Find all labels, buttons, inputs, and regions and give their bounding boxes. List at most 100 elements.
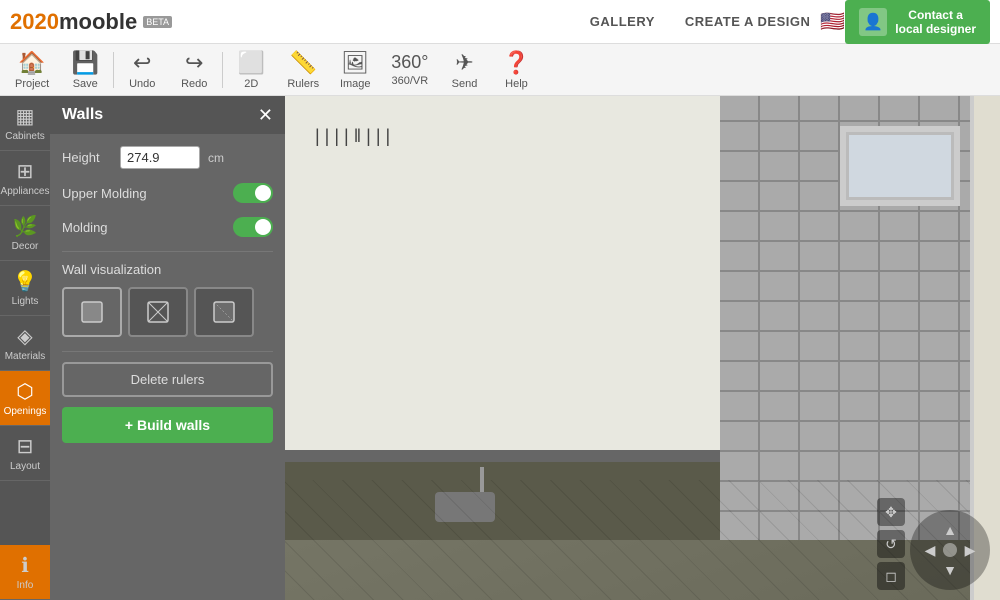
sidebar-item-info[interactable]: ℹ Info <box>0 545 50 600</box>
sidebar-item-layout[interactable]: ⊟ Layout <box>0 426 50 481</box>
nav-3d-button[interactable]: ◻ <box>877 562 905 590</box>
toolbar-separator <box>113 52 114 88</box>
logo-text: 2020mooble <box>10 9 137 35</box>
undo-label: Undo <box>129 78 155 90</box>
toolbar: 🏠 Project 💾 Save ↩ Undo ↪ Redo ⬜ 2D 📏 Ru… <box>0 44 1000 96</box>
sidebar-item-appliances[interactable]: ⊞ Appliances <box>0 151 50 206</box>
contact-designer-button[interactable]: 👤 Contact alocal designer <box>845 0 990 44</box>
logo: 2020mooble BETA <box>10 9 172 35</box>
3d-scene: ||||‖||| <box>285 96 1000 600</box>
upper-molding-toggle[interactable] <box>233 183 273 203</box>
panel-header: Walls ✕ <box>50 96 285 134</box>
materials-icon: ◈ <box>17 324 32 349</box>
rulers-icon: 📏 <box>290 50 317 76</box>
project-label: Project <box>15 78 49 90</box>
redo-button[interactable]: ↪ Redo <box>168 46 220 94</box>
window-inner <box>846 132 954 200</box>
contact-btn-label: Contact alocal designer <box>895 8 976 36</box>
nav-center <box>943 543 957 557</box>
panel-close-button[interactable]: ✕ <box>258 106 273 124</box>
nav-left-arrow[interactable]: ◀ <box>925 542 936 559</box>
undo-button[interactable]: ↩ Undo <box>116 46 168 94</box>
openings-label: Openings <box>4 406 47 417</box>
save-button[interactable]: 💾 Save <box>59 46 111 94</box>
molding-toggle[interactable] <box>233 217 273 237</box>
2d-label: 2D <box>244 78 258 90</box>
build-walls-button[interactable]: + Build walls <box>62 407 273 443</box>
360vr-button[interactable]: 360° 360/VR <box>381 48 438 91</box>
height-unit: cm <box>208 151 224 165</box>
header: 2020mooble BETA GALLERY CREATE A DESIGN … <box>0 0 1000 44</box>
image-label: Image <box>340 78 371 90</box>
panel-separator-2 <box>62 351 273 352</box>
sidebar-item-materials[interactable]: ◈ Materials <box>0 316 50 371</box>
sidebar-item-decor[interactable]: 🌿 Decor <box>0 206 50 261</box>
nav-controls: ✥ ↺ ◻ <box>877 498 905 590</box>
help-label: Help <box>505 78 528 90</box>
molding-row: Molding <box>62 217 273 237</box>
nav-right-arrow[interactable]: ▶ <box>965 542 976 559</box>
save-label: Save <box>73 78 98 90</box>
height-label: Height <box>62 150 112 165</box>
canvas-area[interactable]: ||||‖||| <box>285 96 1000 600</box>
vis-solid-button[interactable] <box>62 287 122 337</box>
help-button[interactable]: ❓ Help <box>490 46 542 94</box>
wall-visualization-label: Wall visualization <box>62 262 273 277</box>
project-button[interactable]: 🏠 Project <box>5 46 59 94</box>
decor-label: Decor <box>12 241 39 252</box>
appliances-label: Appliances <box>1 186 50 197</box>
window-frame <box>840 126 960 206</box>
rulers-button[interactable]: 📏 Rulers <box>277 46 329 94</box>
redo-icon: ↪ <box>185 50 203 76</box>
create-design-link[interactable]: CREATE A DESIGN <box>685 14 810 29</box>
height-field-row: Height cm <box>62 146 273 169</box>
main-area: ▦ Cabinets ⊞ Appliances 🌿 Decor 💡 Lights… <box>0 96 1000 600</box>
send-button[interactable]: ✈ Send <box>438 46 490 94</box>
flag-icon: 🇺🇸 <box>820 9 845 34</box>
nav-down-arrow[interactable]: ▼ <box>943 562 957 578</box>
2d-button[interactable]: ⬜ 2D <box>225 46 277 94</box>
info-icon: ℹ <box>21 553 29 578</box>
sidebar-item-cabinets[interactable]: ▦ Cabinets <box>0 96 50 151</box>
image-icon: 🖼 <box>341 50 369 76</box>
back-wall: ||||‖||| <box>285 96 720 480</box>
logo-badge: BETA <box>143 16 172 28</box>
panel-title: Walls <box>62 106 103 124</box>
upper-molding-label: Upper Molding <box>62 186 147 201</box>
openings-icon: ⬡ <box>16 379 33 404</box>
height-input[interactable] <box>120 146 200 169</box>
vis-wireframe-button[interactable] <box>128 287 188 337</box>
materials-label: Materials <box>5 351 46 362</box>
sidebar: ▦ Cabinets ⊞ Appliances 🌿 Decor 💡 Lights… <box>0 96 50 600</box>
nav-compass[interactable]: ▲ ◀ ▶ ▼ <box>910 510 990 590</box>
lights-icon: 💡 <box>13 269 38 294</box>
nav-arrows: ▲ ◀ ▶ ▼ <box>920 520 980 580</box>
send-label: Send <box>452 78 478 90</box>
header-nav: GALLERY CREATE A DESIGN <box>590 14 811 29</box>
walls-panel: Walls ✕ Height cm Upper Molding Molding … <box>50 96 285 600</box>
help-icon: ❓ <box>503 50 530 76</box>
panel-separator-1 <box>62 251 273 252</box>
vis-solid-icon <box>77 297 107 327</box>
molding-label: Molding <box>62 220 108 235</box>
nav-move-button[interactable]: ✥ <box>877 498 905 526</box>
contact-icon: 👤 <box>859 8 887 36</box>
image-button[interactable]: 🖼 Image <box>329 46 381 94</box>
delete-rulers-button[interactable]: Delete rulers <box>62 362 273 397</box>
vis-transparent-button[interactable] <box>194 287 254 337</box>
visualization-options <box>62 287 273 337</box>
nav-up-arrow[interactable]: ▲ <box>943 522 957 538</box>
layout-label: Layout <box>10 461 40 472</box>
nav-rotate-button[interactable]: ↺ <box>877 530 905 558</box>
save-icon: 💾 <box>72 50 99 76</box>
panel-body: Height cm Upper Molding Molding Wall vis… <box>50 134 285 455</box>
layout-icon: ⊟ <box>17 434 34 459</box>
vis-wireframe-icon <box>143 297 173 327</box>
360vr-label: 360/VR <box>392 75 429 87</box>
appliances-icon: ⊞ <box>17 159 34 184</box>
sidebar-item-openings[interactable]: ⬡ Openings <box>0 371 50 426</box>
sidebar-item-lights[interactable]: 💡 Lights <box>0 261 50 316</box>
cabinets-label: Cabinets <box>5 131 44 142</box>
gallery-link[interactable]: GALLERY <box>590 14 655 29</box>
utensils: ||||‖||| <box>315 126 395 147</box>
